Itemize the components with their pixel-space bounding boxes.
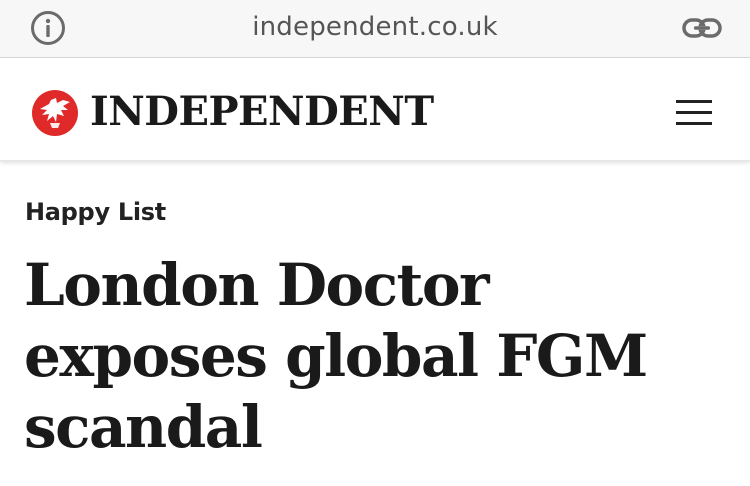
site-logo-text[interactable]: INDEPENDENT <box>90 84 434 140</box>
url-text[interactable]: independent.co.uk <box>0 12 750 42</box>
site-header: INDEPENDENT <box>0 58 750 161</box>
section-label[interactable]: Happy List <box>25 198 166 226</box>
hamburger-menu-icon[interactable] <box>676 100 712 126</box>
browser-address-bar: independent.co.uk <box>0 0 750 58</box>
link-icon[interactable] <box>682 14 722 42</box>
eagle-logo-icon[interactable] <box>30 88 80 138</box>
article-headline: London Doctor exposes global FGM scandal <box>24 251 648 461</box>
